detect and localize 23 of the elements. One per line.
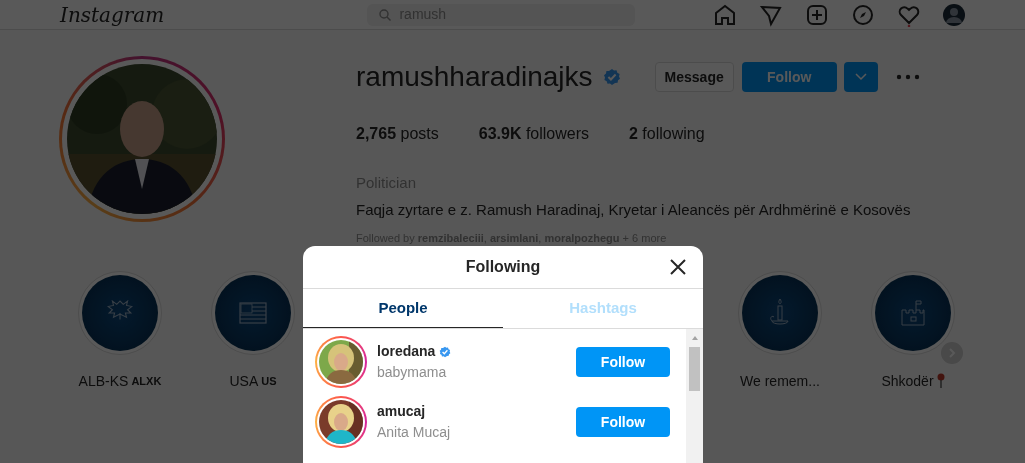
follow-button[interactable]: Follow [576,347,670,377]
highlight-label: ALB-KS [78,371,129,391]
full-name: Anita Mucaj [377,423,452,442]
highlight-tag: US [261,372,277,390]
highlight-label: USA [229,371,259,391]
profile-stat[interactable]: 63.9K followers [478,122,589,146]
message-button[interactable]: Message [654,62,734,92]
instagram-logo[interactable]: Instagram [60,0,350,30]
username[interactable]: amucaj [377,401,426,422]
profile-stat[interactable]: 2 following [629,122,705,146]
follow-button[interactable]: Follow [576,407,670,437]
highlight-label: Shkodër [881,371,934,391]
profile-bio: Faqja zyrtare e z. Ramush Haradinaj, Kryetar i Aleancës për Ardhmërinë e Kosovës [356,199,912,220]
follow-button[interactable]: Follow [741,62,837,92]
dialog-title: Following [465,257,541,277]
highlight-label: We remem... [740,371,820,391]
username: ramushharadinajks [356,60,593,94]
profile-stat: 2,765 posts [356,124,439,144]
dialog-tab[interactable]: People [303,289,503,328]
highlight-tag: ALXK [131,372,162,390]
dialog-tab[interactable]: Hashtags [503,289,703,328]
full-name: babymama [377,363,448,382]
username[interactable]: loredana [377,341,436,362]
